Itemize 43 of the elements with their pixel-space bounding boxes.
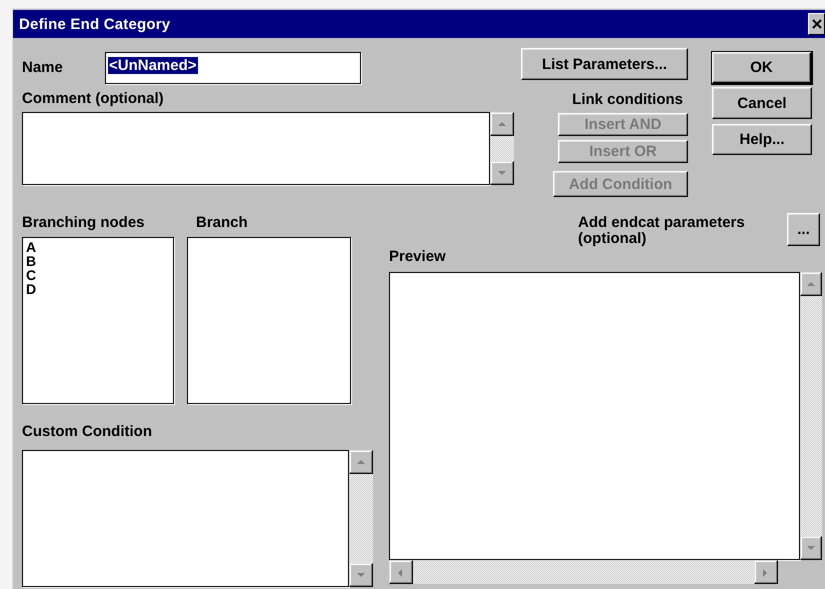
scroll-down-button[interactable] bbox=[800, 536, 822, 560]
preview-label: Preview bbox=[389, 248, 447, 266]
up-arrow-icon bbox=[355, 457, 367, 467]
list-parameters-button[interactable]: List Parameters... bbox=[521, 48, 688, 80]
list-item[interactable]: B bbox=[24, 254, 172, 268]
up-arrow-icon bbox=[805, 279, 817, 289]
list-item[interactable]: C bbox=[24, 268, 172, 282]
vertical-scrollbar[interactable] bbox=[490, 112, 514, 185]
endcat-parameters-label: Add endcat parameters (optional) bbox=[578, 215, 746, 247]
scroll-up-button[interactable] bbox=[800, 272, 822, 296]
list-item[interactable]: A bbox=[24, 240, 172, 254]
comment-field[interactable] bbox=[22, 112, 490, 185]
scroll-up-button[interactable] bbox=[349, 450, 373, 474]
branch-list[interactable] bbox=[187, 237, 351, 404]
branch-label: Branch bbox=[196, 214, 248, 232]
branching-nodes-list[interactable]: A B C D bbox=[22, 237, 174, 404]
up-arrow-icon bbox=[496, 119, 508, 129]
comment-label: Comment (optional) bbox=[22, 90, 165, 108]
branching-nodes-label: Branching nodes bbox=[22, 214, 146, 232]
scroll-right-button[interactable] bbox=[754, 560, 778, 584]
help-button[interactable]: Help... bbox=[712, 124, 812, 155]
scroll-up-button[interactable] bbox=[490, 112, 514, 136]
custom-condition-field[interactable] bbox=[22, 450, 349, 587]
scroll-down-button[interactable] bbox=[490, 161, 514, 185]
cancel-button[interactable]: Cancel bbox=[712, 87, 812, 119]
ok-button[interactable]: OK bbox=[712, 52, 812, 84]
down-arrow-icon bbox=[496, 168, 508, 178]
name-field[interactable]: <UnNamed> bbox=[105, 52, 361, 84]
close-button[interactable] bbox=[808, 13, 825, 35]
name-label: Name bbox=[22, 59, 64, 77]
custom-condition-label: Custom Condition bbox=[22, 423, 153, 441]
close-icon bbox=[812, 19, 822, 29]
vertical-scrollbar[interactable] bbox=[349, 450, 373, 587]
endcat-parameters-button[interactable]: ... bbox=[787, 213, 820, 246]
horizontal-scrollbar[interactable] bbox=[389, 560, 778, 584]
window-title: Define End Category bbox=[19, 16, 170, 32]
down-arrow-icon bbox=[805, 543, 817, 553]
link-conditions-label: Link conditions bbox=[572, 91, 683, 109]
scroll-left-button[interactable] bbox=[389, 560, 413, 584]
list-item[interactable]: D bbox=[24, 282, 172, 296]
down-arrow-icon bbox=[355, 570, 367, 580]
vertical-scrollbar[interactable] bbox=[800, 272, 822, 560]
scroll-down-button[interactable] bbox=[349, 563, 373, 587]
